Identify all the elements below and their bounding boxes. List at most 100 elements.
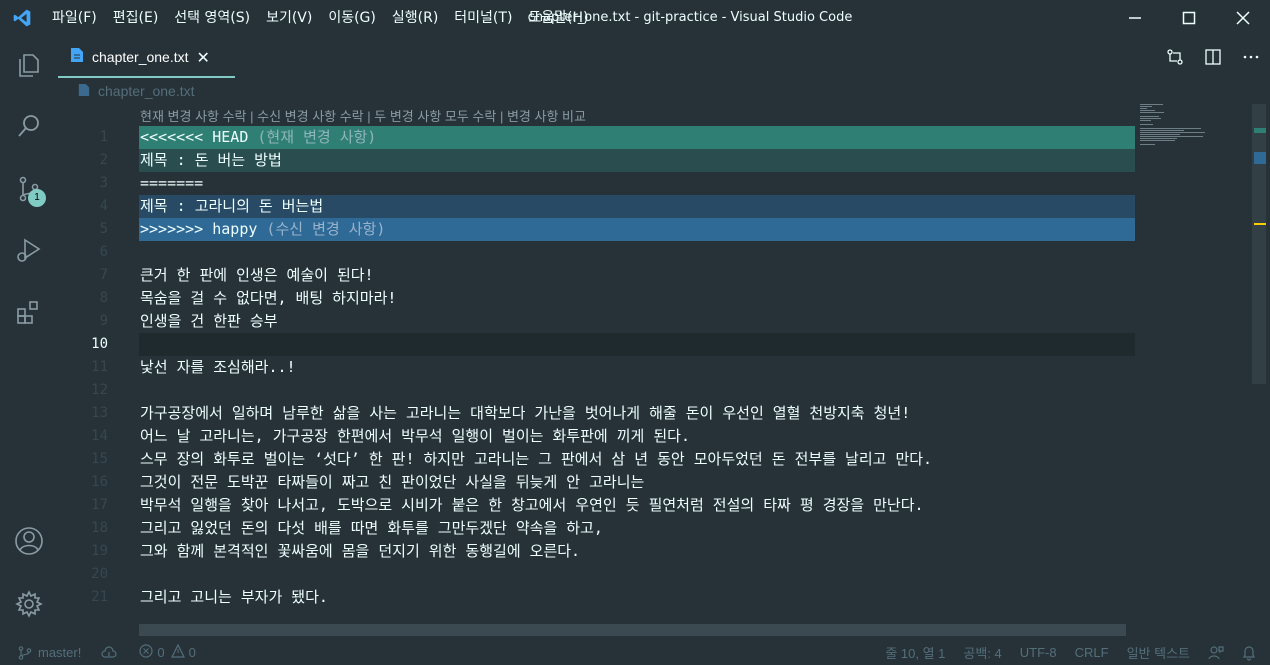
- editor-actions: [1156, 36, 1270, 78]
- notifications-bell-icon[interactable]: [1233, 640, 1270, 665]
- vscode-logo-icon: [0, 0, 44, 36]
- menu-item[interactable]: 도움말(H): [520, 0, 596, 36]
- editor-line[interactable]: 2 제목 : 돈 버는 방법: [58, 149, 1158, 172]
- editor-line[interactable]: 18 그리고 잃었던 돈의 다섯 배를 따면 화투를 그만두겠단 약속을 하고,: [58, 517, 1158, 540]
- minimap-line: [1140, 106, 1152, 107]
- line-number: 4: [99, 198, 108, 214]
- minimap-line: [1140, 120, 1151, 121]
- line-number: 14: [91, 428, 108, 444]
- status-right: 줄 10, 열 1 공백: 4 UTF-8 CRLF 일반 텍스트: [876, 640, 1270, 665]
- indentation[interactable]: 공백: 4: [954, 640, 1010, 665]
- editor-line[interactable]: 21 그리고 고니는 부자가 됐다.: [58, 586, 1158, 609]
- editor-line[interactable]: 13 가구공장에서 일하며 남루한 삶을 사는 고라니는 대학보다 가난을 벗어나…: [58, 402, 1158, 425]
- split-editor-icon[interactable]: [1194, 36, 1232, 78]
- editor-line[interactable]: 11 낯선 자를 조심해라..!: [58, 356, 1158, 379]
- problems-status[interactable]: 0 0: [125, 640, 203, 665]
- editor-line[interactable]: 4 제목 : 고라니의 돈 버는법: [58, 195, 1158, 218]
- menu-item[interactable]: 실행(R): [384, 0, 446, 36]
- editor-line[interactable]: 1 <<<<<<< HEAD (현재 변경 사항): [58, 126, 1158, 149]
- line-number: 9: [99, 313, 108, 329]
- minimap-line: [1140, 110, 1155, 111]
- file-icon: [78, 82, 90, 101]
- menu-item[interactable]: 터미널(T): [446, 0, 520, 36]
- line-content: 제목 : 고라니의 돈 버는법: [140, 197, 324, 215]
- branch-status[interactable]: master!: [0, 640, 89, 665]
- line-text: 목숨을 걸 수 없다면, 배팅 하지마라!: [140, 287, 396, 310]
- line-text: 가구공장에서 일하며 남루한 삶을 사는 고라니는 대학보다 가난을 벗어나게 …: [140, 402, 910, 425]
- source-control-icon[interactable]: 1: [0, 160, 58, 218]
- editor-line[interactable]: 14 어느 날 고라니는, 가구공장 한편에서 박무석 일행이 벌이는 화투판에 …: [58, 425, 1158, 448]
- tab-chapter-one[interactable]: chapter_one.txt ✕: [58, 38, 235, 78]
- editor[interactable]: 현재 변경 사항 수락 | 수신 변경 사항 수락 | 두 변경 사항 모두 수…: [58, 104, 1270, 640]
- extensions-icon[interactable]: [0, 284, 58, 342]
- editor-line[interactable]: 8 목숨을 걸 수 없다면, 배팅 하지마라!: [58, 287, 1158, 310]
- settings-gear-icon[interactable]: [0, 575, 58, 633]
- merge-codelens: 현재 변경 사항 수락 | 수신 변경 사항 수락 | 두 변경 사항 모두 수…: [140, 106, 586, 125]
- codelens-separator: |: [496, 109, 507, 124]
- line-ending[interactable]: CRLF: [1066, 640, 1118, 665]
- breadcrumb[interactable]: chapter_one.txt: [58, 78, 1158, 104]
- line-content: 제목 : 돈 버는 방법: [140, 151, 282, 169]
- branch-name: master!: [38, 645, 82, 660]
- line-text: 그리고 고니는 부자가 됐다.: [140, 586, 328, 609]
- editor-line[interactable]: 5 >>>>>>> happy (수신 변경 사항): [58, 218, 1158, 241]
- menu-item[interactable]: 보기(V): [258, 0, 320, 36]
- menu-item[interactable]: 이동(G): [320, 0, 384, 36]
- breadcrumb-file[interactable]: chapter_one.txt: [98, 83, 195, 99]
- editor-line[interactable]: 17 박무석 일행을 찾아 나서고, 도박으로 시비가 붙은 한 창고에서 우연인…: [58, 494, 1158, 517]
- cursor-position[interactable]: 줄 10, 열 1: [876, 640, 954, 665]
- editor-line[interactable]: 10: [58, 333, 1158, 356]
- run-debug-icon[interactable]: [0, 221, 58, 279]
- close-window-icon[interactable]: [1216, 0, 1270, 36]
- sync-icon[interactable]: [89, 640, 125, 665]
- line-content: 그리고 고니는 부자가 됐다.: [140, 588, 328, 606]
- line-number: 18: [91, 520, 108, 536]
- editor-line[interactable]: 7 큰거 한 판에 인생은 예술이 된다!: [58, 264, 1158, 287]
- accept-both-changes-link[interactable]: 두 변경 사항 모두 수락: [374, 109, 496, 124]
- line-text: 어느 날 고라니는, 가구공장 한편에서 박무석 일행이 벌이는 화투판에 끼게…: [140, 425, 690, 448]
- menu-item[interactable]: 선택 영역(S): [166, 0, 258, 36]
- line-number: 15: [91, 451, 108, 467]
- minimap-line: [1140, 130, 1184, 131]
- editor-line[interactable]: 19 그와 함께 본격적인 꽃싸움에 몸을 던지기 위한 동행길에 오른다.: [58, 540, 1158, 563]
- account-icon[interactable]: [0, 512, 58, 570]
- line-content: 그것이 전문 도박꾼 타짜들이 짜고 친 판이었단 사실을 뒤늦게 안 고라니는: [140, 473, 645, 491]
- vertical-scrollbar[interactable]: [1252, 104, 1266, 384]
- language-mode[interactable]: 일반 텍스트: [1118, 640, 1199, 665]
- editor-line[interactable]: 16 그것이 전문 도박꾼 타짜들이 짜고 친 판이었단 사실을 뒤늦게 안 고라…: [58, 471, 1158, 494]
- minimize-icon[interactable]: [1108, 0, 1162, 36]
- line-number: 3: [99, 175, 108, 191]
- open-changes-icon[interactable]: [1156, 36, 1194, 78]
- error-count: 0: [157, 645, 165, 660]
- editor-line[interactable]: 20: [58, 563, 1158, 586]
- accept-current-change-link[interactable]: 현재 변경 사항 수락: [140, 109, 247, 124]
- compare-changes-link[interactable]: 변경 사항 비교: [507, 109, 586, 124]
- menu-item[interactable]: 편집(E): [105, 0, 167, 36]
- search-icon[interactable]: [0, 97, 58, 155]
- editor-line[interactable]: 9 인생을 건 한판 승부: [58, 310, 1158, 333]
- line-content: =======: [140, 174, 204, 192]
- horizontal-scrollbar[interactable]: [139, 624, 1126, 636]
- line-content: >>>>>>> happy: [140, 220, 258, 238]
- more-actions-icon[interactable]: [1232, 36, 1270, 78]
- close-tab-icon[interactable]: ✕: [197, 48, 210, 67]
- editor-line[interactable]: 6: [58, 241, 1158, 264]
- minimap[interactable]: [1140, 104, 1252, 164]
- menu-item[interactable]: 파일(F): [44, 0, 105, 36]
- line-text: 제목 : 돈 버는 방법: [140, 149, 282, 172]
- feedback-icon[interactable]: [1199, 640, 1233, 665]
- line-number: 11: [91, 359, 108, 375]
- editor-line[interactable]: 3 =======: [58, 172, 1158, 195]
- editor-line[interactable]: 12: [58, 379, 1158, 402]
- line-number: 21: [91, 589, 108, 605]
- accept-incoming-change-link[interactable]: 수신 변경 사항 수락: [257, 109, 364, 124]
- explorer-icon[interactable]: [0, 36, 58, 94]
- encoding[interactable]: UTF-8: [1011, 640, 1066, 665]
- editor-line[interactable]: 15 스무 장의 화투로 벌이는 ‘섯다’ 한 판! 하지만 고라니는 그 판에서…: [58, 448, 1158, 471]
- line-content: <<<<<<< HEAD: [140, 128, 249, 146]
- line-text: 큰거 한 판에 인생은 예술이 된다!: [140, 264, 374, 287]
- line-content: 박무석 일행을 찾아 나서고, 도박으로 시비가 붙은 한 창고에서 우연인 듯…: [140, 496, 924, 514]
- current-body-highlight: [139, 149, 1135, 172]
- line-number: 6: [99, 244, 108, 260]
- maximize-icon[interactable]: [1162, 0, 1216, 36]
